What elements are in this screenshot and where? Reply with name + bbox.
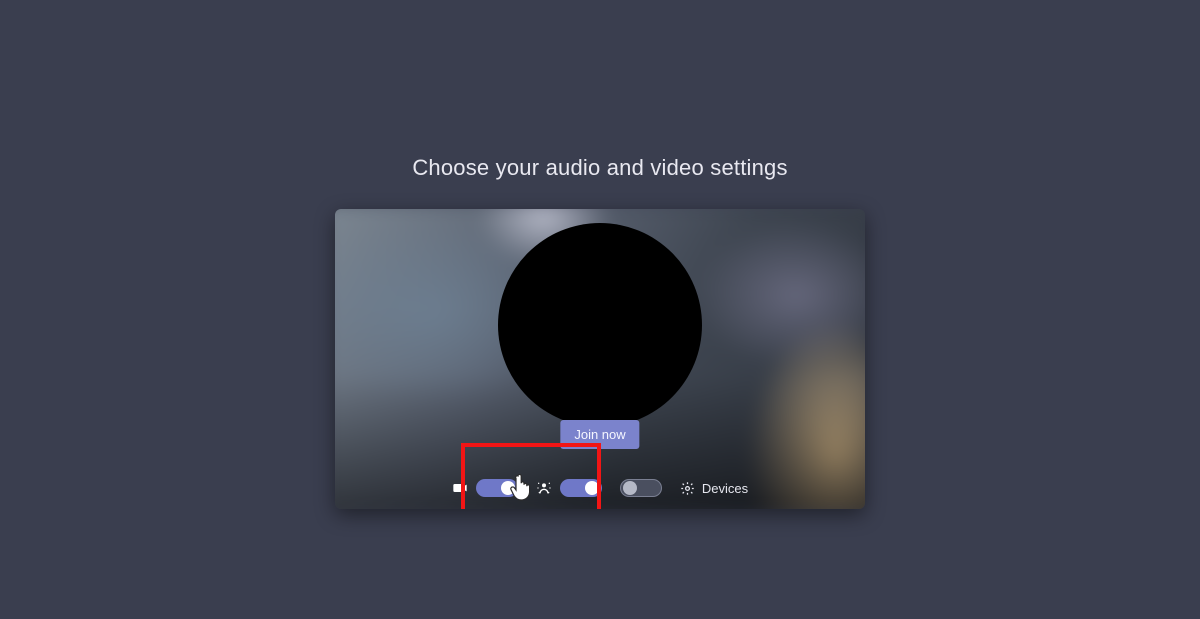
background-blur-toggle[interactable] bbox=[560, 479, 602, 497]
join-now-button[interactable]: Join now bbox=[560, 420, 639, 449]
camera-toggle[interactable] bbox=[476, 479, 518, 497]
video-icon bbox=[452, 480, 468, 496]
avatar-mask bbox=[498, 223, 702, 427]
camera-control bbox=[452, 479, 518, 497]
microphone-control bbox=[620, 479, 662, 497]
background-blur-control bbox=[536, 479, 602, 497]
page-title: Choose your audio and video settings bbox=[412, 155, 787, 181]
control-bar: Devices bbox=[335, 479, 865, 497]
av-preview-card: Join now bbox=[335, 209, 865, 509]
background-blur-icon bbox=[536, 480, 552, 496]
devices-button[interactable]: Devices bbox=[680, 480, 748, 496]
microphone-toggle[interactable] bbox=[620, 479, 662, 497]
gear-icon bbox=[680, 480, 696, 496]
devices-label: Devices bbox=[702, 481, 748, 496]
